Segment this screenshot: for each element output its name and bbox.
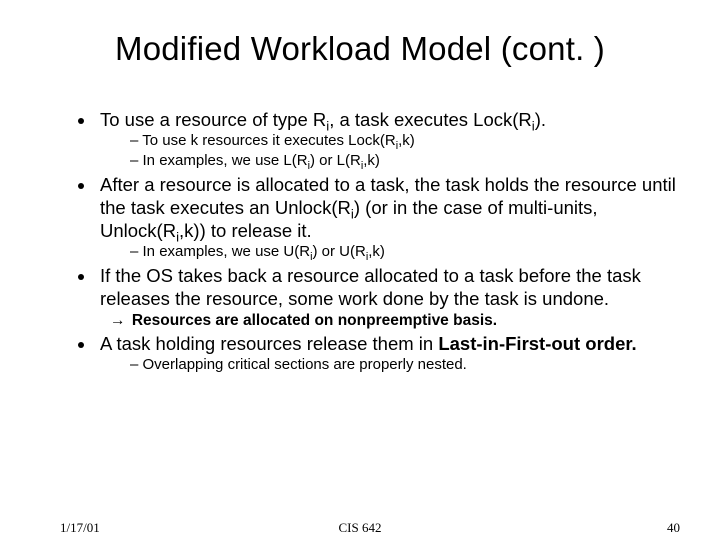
- sub-bullet: To use k resources it executes Lock(Ri,k…: [130, 132, 680, 151]
- text: ) or L(R: [310, 152, 361, 169]
- text: ,k): [363, 152, 380, 169]
- slide: Modified Workload Model (cont. ) To use …: [0, 0, 720, 540]
- sub-bullet: Overlapping critical sections are proper…: [130, 356, 680, 375]
- bullet-2: After a resource is allocated to a task,…: [96, 173, 680, 262]
- text: ) or U(R: [313, 243, 366, 260]
- text: If the OS takes back a resource allocate…: [100, 265, 641, 309]
- text: Resources are allocated on nonpreemptive…: [132, 312, 497, 329]
- sub-list: To use k resources it executes Lock(Ri,k…: [100, 132, 680, 171]
- sub-bullet: In examples, we use U(Ri) or U(Ri,k): [130, 243, 680, 262]
- text: ,k)) to release it.: [179, 220, 312, 241]
- text: ,k): [368, 243, 385, 260]
- text: In examples, we use L(R: [143, 152, 308, 169]
- sub-list: Overlapping critical sections are proper…: [100, 356, 680, 375]
- sub-bullet: In examples, we use L(Ri) or L(Ri,k): [130, 152, 680, 171]
- text: In examples, we use U(R: [143, 243, 311, 260]
- text-bold: Last-in-First-out order.: [438, 333, 636, 354]
- text: A task holding resources release them in: [100, 333, 438, 354]
- text: ).: [535, 109, 546, 130]
- sub-list: In examples, we use U(Ri) or U(Ri,k): [100, 243, 680, 262]
- bullet-3: If the OS takes back a resource allocate…: [96, 264, 680, 310]
- footer-course: CIS 642: [0, 520, 720, 536]
- page-title: Modified Workload Model (cont. ): [40, 30, 680, 68]
- footer-page-number: 40: [667, 520, 680, 536]
- text: Overlapping critical sections are proper…: [143, 356, 467, 373]
- text: ,k): [398, 132, 415, 149]
- text: To use a resource of type R: [100, 109, 326, 130]
- bullet-4: A task holding resources release them in…: [96, 332, 680, 375]
- bullet-list: A task holding resources release them in…: [40, 332, 680, 375]
- text: , a task executes Lock(R: [329, 109, 532, 130]
- arrow-conclusion: Resources are allocated on nonpreemptive…: [40, 312, 680, 330]
- text: To use k resources it executes Lock(R: [142, 132, 395, 149]
- bullet-1: To use a resource of type Ri, a task exe…: [96, 108, 680, 171]
- bullet-list: To use a resource of type Ri, a task exe…: [40, 108, 680, 310]
